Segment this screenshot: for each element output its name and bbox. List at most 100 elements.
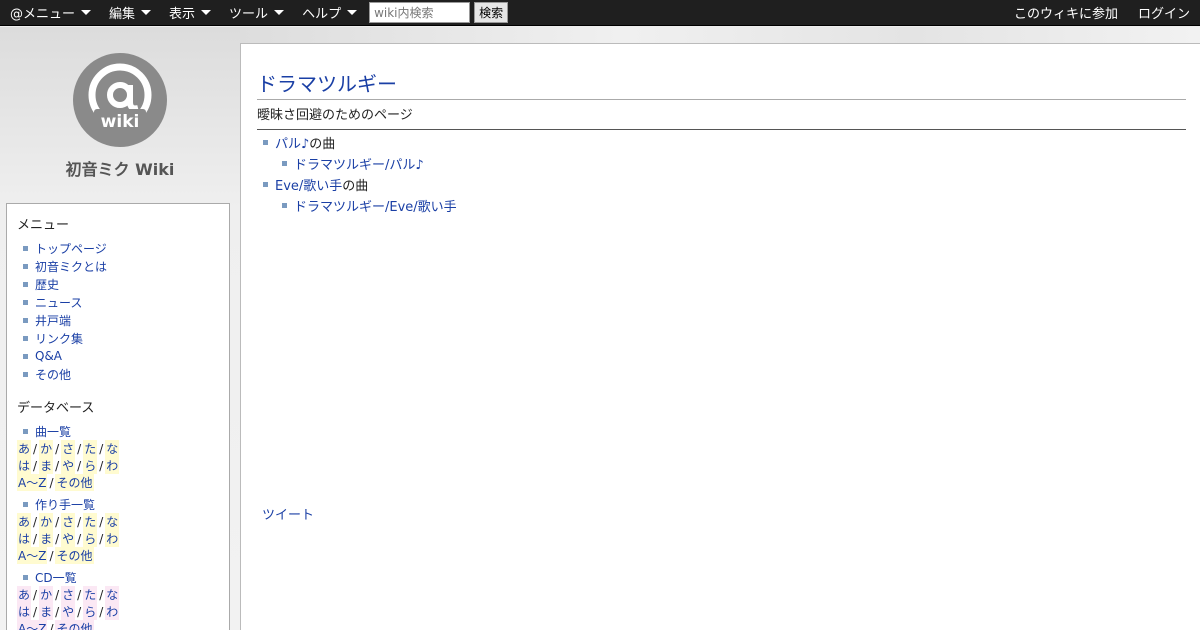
menu-atmenu[interactable]: @メニュー bbox=[0, 0, 99, 26]
menu-help[interactable]: ヘルプ bbox=[292, 0, 365, 26]
bullet-icon bbox=[23, 299, 28, 305]
artist-link[interactable]: Eve/歌い手 bbox=[275, 175, 342, 194]
kana-link[interactable]: ま bbox=[39, 530, 54, 547]
bullet-icon bbox=[282, 161, 287, 166]
sidebar-item-history: 歴史 bbox=[17, 275, 219, 293]
creator-list-link[interactable]: 作り手一覧 bbox=[35, 496, 95, 513]
kana-link[interactable]: A～Z bbox=[17, 620, 48, 630]
kana-link[interactable]: わ bbox=[105, 603, 120, 620]
kana-row: は / ま / や / ら / わ bbox=[17, 457, 120, 474]
header-decoration bbox=[240, 27, 1200, 43]
kana-row: あ / か / さ / た / な bbox=[17, 513, 120, 530]
sidebar-item-links: リンク集 bbox=[17, 329, 219, 347]
kana-link[interactable]: や bbox=[61, 530, 76, 547]
login-link[interactable]: ログイン bbox=[1128, 3, 1200, 22]
menu-view[interactable]: 表示 bbox=[159, 0, 219, 26]
db-block-cds: CD一覧 あ / か / さ / た / な は / ま / や / ら / わ A～Z / その… bbox=[17, 568, 219, 630]
kana-link[interactable]: ま bbox=[39, 457, 54, 474]
kana-link[interactable]: ら bbox=[83, 603, 98, 620]
kana-link[interactable]: ら bbox=[83, 530, 98, 547]
menu-edit[interactable]: 編集 bbox=[99, 0, 159, 26]
list-item: Eve/歌い手 の曲 bbox=[263, 174, 457, 195]
list-item: パル♪ の曲 bbox=[263, 132, 457, 153]
kana-link[interactable]: な bbox=[105, 586, 120, 603]
kana-link[interactable]: は bbox=[17, 530, 32, 547]
wiki-logo[interactable]: wiki bbox=[72, 52, 168, 148]
join-wiki-link[interactable]: このウィキに参加 bbox=[1004, 3, 1128, 22]
kana-link[interactable]: な bbox=[105, 513, 120, 530]
sidebar-link[interactable]: ニュース bbox=[35, 294, 82, 311]
at-wiki-logo-icon: wiki bbox=[73, 53, 167, 147]
kana-link[interactable]: た bbox=[83, 440, 98, 457]
db-title-row: 作り手一覧 bbox=[17, 495, 219, 513]
cd-list-link[interactable]: CD一覧 bbox=[35, 569, 77, 586]
sidebar-link[interactable]: 初音ミクとは bbox=[35, 258, 107, 275]
song-list-link[interactable]: 曲一覧 bbox=[35, 423, 71, 440]
bullet-icon bbox=[23, 574, 28, 580]
kana-link[interactable]: あ bbox=[17, 586, 32, 603]
song-link[interactable]: ドラマツルギー/パル♪ bbox=[294, 154, 424, 173]
sidebar-item-idobata: 井戸端 bbox=[17, 311, 219, 329]
search-button[interactable]: 検索 bbox=[474, 2, 509, 23]
kana-link[interactable]: か bbox=[39, 440, 54, 457]
kana-link[interactable]: あ bbox=[17, 440, 32, 457]
kana-link[interactable]: さ bbox=[61, 586, 76, 603]
page-subtitle: 曖昧さ回避のためのページ bbox=[257, 104, 1186, 130]
kana-link[interactable]: わ bbox=[105, 457, 120, 474]
kana-link[interactable]: その他 bbox=[55, 620, 94, 630]
kana-link[interactable]: わ bbox=[105, 530, 120, 547]
disambiguation-list: パル♪ の曲 ドラマツルギー/パル♪ Eve/歌い手 の曲 ドラマツルギー/Eve/… bbox=[263, 132, 457, 216]
kana-link[interactable]: な bbox=[105, 440, 120, 457]
bullet-icon bbox=[263, 140, 268, 145]
kana-link[interactable]: その他 bbox=[55, 474, 94, 491]
kana-link[interactable]: さ bbox=[61, 513, 76, 530]
search-input[interactable] bbox=[369, 2, 471, 23]
sidebar-link[interactable]: 井戸端 bbox=[35, 312, 71, 329]
menu-help-label: ヘルプ bbox=[302, 7, 342, 22]
kana-link[interactable]: ま bbox=[39, 603, 54, 620]
kana-link[interactable]: か bbox=[39, 586, 54, 603]
bullet-icon bbox=[23, 428, 28, 434]
sidebar-link[interactable]: Q&A bbox=[35, 349, 62, 363]
list-item: ドラマツルギー/Eve/歌い手 bbox=[263, 195, 457, 216]
sidebar-link[interactable]: 歴史 bbox=[35, 276, 59, 293]
kana-link[interactable]: た bbox=[83, 586, 98, 603]
kana-link[interactable]: や bbox=[61, 457, 76, 474]
page-title-link[interactable]: ドラマツルギー bbox=[257, 72, 397, 96]
topbar-menus: @メニュー 編集 表示 ツール ヘルプ bbox=[0, 0, 365, 26]
kana-link[interactable]: か bbox=[39, 513, 54, 530]
tweet-link[interactable]: ツイート bbox=[262, 504, 314, 523]
kana-row: A～Z / その他 bbox=[17, 547, 94, 564]
sidebar-link[interactable]: トップページ bbox=[35, 240, 107, 257]
kana-link[interactable]: は bbox=[17, 457, 32, 474]
main-content: ドラマツルギー 曖昧さ回避のためのページ パル♪ の曲 ドラマツルギー/パル♪ E… bbox=[240, 43, 1200, 630]
sidebar-link[interactable]: リンク集 bbox=[35, 330, 83, 347]
kana-link[interactable]: た bbox=[83, 513, 98, 530]
kana-row: あ / か / さ / た / な bbox=[17, 586, 120, 603]
kana-link[interactable]: は bbox=[17, 603, 32, 620]
sidebar-item-other: その他 bbox=[17, 365, 219, 383]
kana-link[interactable]: A～Z bbox=[17, 547, 48, 564]
song-link[interactable]: ドラマツルギー/Eve/歌い手 bbox=[294, 196, 457, 215]
kana-link[interactable]: あ bbox=[17, 513, 32, 530]
sidebar-link[interactable]: その他 bbox=[35, 366, 71, 383]
bullet-icon bbox=[23, 335, 28, 341]
menu-tools[interactable]: ツール bbox=[219, 0, 292, 26]
chevron-down-icon bbox=[274, 10, 285, 15]
bullet-icon bbox=[23, 263, 28, 269]
list-item-suffix: の曲 bbox=[309, 137, 336, 152]
db-title-row: CD一覧 bbox=[17, 568, 219, 586]
artist-link[interactable]: パル♪ bbox=[275, 133, 309, 152]
chevron-down-icon bbox=[201, 10, 212, 15]
menu-list: トップページ 初音ミクとは 歴史 ニュース 井戸端 リンク集 Q&A その他 bbox=[17, 239, 219, 383]
kana-link[interactable]: や bbox=[61, 603, 76, 620]
bullet-icon bbox=[263, 182, 268, 187]
kana-link[interactable]: A～Z bbox=[17, 474, 48, 491]
kana-link[interactable]: その他 bbox=[55, 547, 94, 564]
bullet-icon bbox=[23, 371, 28, 377]
bullet-icon bbox=[23, 245, 28, 251]
kana-link[interactable]: ら bbox=[83, 457, 98, 474]
menu-tools-label: ツール bbox=[229, 7, 269, 22]
site-title: 初音ミク Wiki bbox=[65, 160, 175, 179]
kana-link[interactable]: さ bbox=[61, 440, 76, 457]
